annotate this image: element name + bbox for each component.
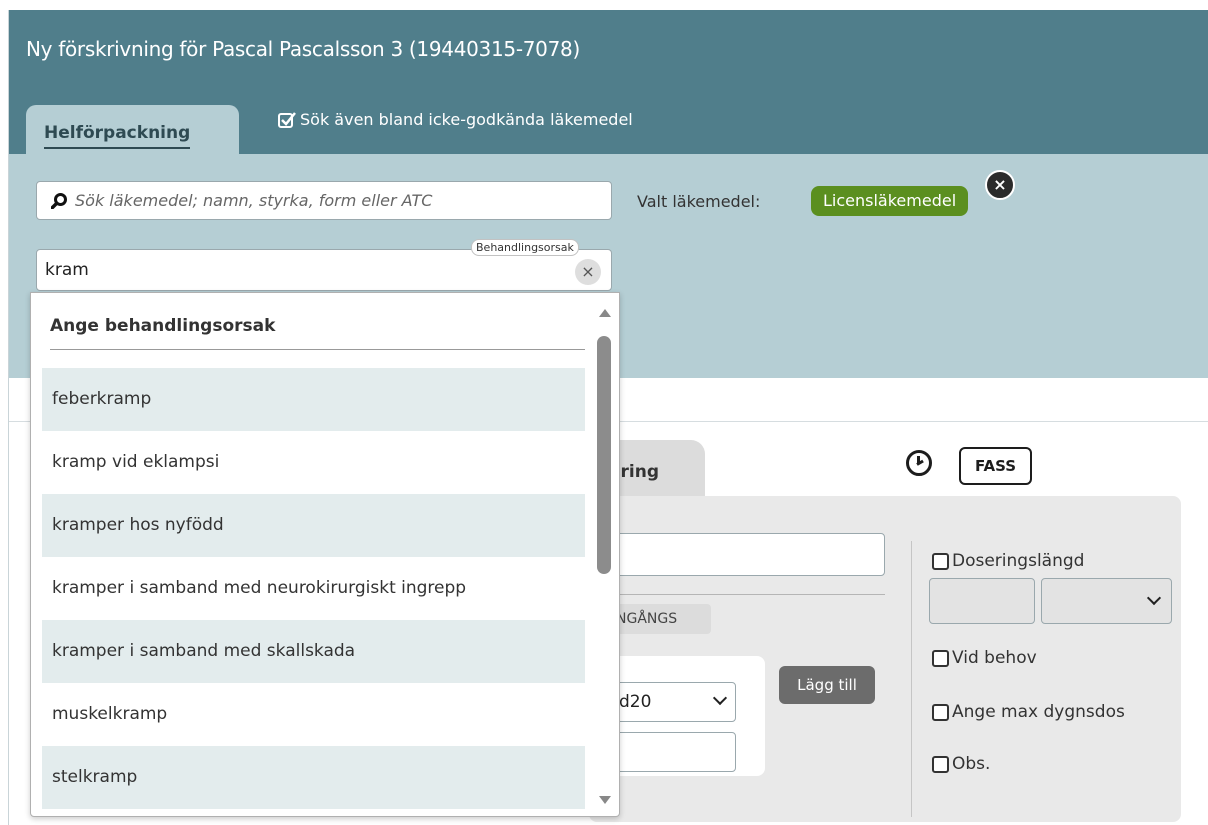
- list-item[interactable]: kramp vid eklampsi: [42, 431, 585, 494]
- dropdown-header-rule: [50, 349, 585, 350]
- tab-bar: Helförpackning Sök även bland icke-godkä…: [9, 93, 1208, 154]
- list-item[interactable]: stelkramp: [42, 746, 585, 809]
- search-icon: [51, 192, 67, 209]
- scroll-down-icon[interactable]: [599, 796, 611, 804]
- checkbox-box: [932, 755, 949, 773]
- remove-selected-close-icon[interactable]: ×: [985, 170, 1015, 200]
- modal-title: Ny förskrivning för Pascal Pascalsson 3 …: [26, 37, 580, 61]
- non-approved-checkbox-label: Sök även bland icke-godkända läkemedel: [300, 110, 633, 129]
- add-dose-button[interactable]: Lägg till: [779, 666, 875, 704]
- medicine-search-input[interactable]: Sök läkemedel; namn, styrka, form eller …: [36, 181, 612, 220]
- list-item[interactable]: muskelkramp: [42, 683, 585, 746]
- checkbox-box: [932, 703, 949, 721]
- reason-dropdown: Ange behandlingsorsak feberkramp kramp v…: [30, 292, 620, 817]
- checkbox-box: [932, 552, 949, 570]
- checkbox-obs[interactable]: Obs.: [932, 754, 990, 774]
- checkbox-max-dygnsdos[interactable]: Ange max dygnsdos: [932, 702, 1125, 722]
- scroll-up-icon[interactable]: [599, 309, 611, 317]
- reason-clear-icon[interactable]: ×: [575, 259, 601, 285]
- fass-button[interactable]: FASS: [959, 447, 1032, 485]
- dose-unit-select-value: d20: [619, 692, 652, 712]
- checkbox-vid-behov[interactable]: Vid behov: [932, 648, 1037, 668]
- list-item[interactable]: kramper hos nyfödd: [42, 494, 585, 557]
- dosing-length-select[interactable]: [1041, 578, 1172, 624]
- checkbox-box: [932, 649, 949, 667]
- reason-floating-label: Behandlingsorsak: [471, 239, 579, 256]
- top-strip: [0, 0, 1208, 10]
- checkbox-obs-label: Obs.: [952, 754, 991, 774]
- dose-unit-select[interactable]: d20: [616, 682, 736, 722]
- checkbox-doseringslangd[interactable]: Doseringslängd: [932, 551, 1084, 571]
- scroll-thumb[interactable]: [597, 336, 611, 574]
- checkbox-max-dygnsdos-label: Ange max dygnsdos: [952, 702, 1125, 722]
- dropdown-header: Ange behandlingsorsak: [50, 316, 276, 336]
- chevron-down-icon: [712, 690, 728, 706]
- panel-divider: [911, 541, 912, 817]
- checkbox-vid-behov-label: Vid behov: [952, 648, 1037, 668]
- list-item[interactable]: kramper i samband med neurokirurgiskt in…: [42, 557, 585, 620]
- list-item[interactable]: kramper i samband med skallskada: [42, 620, 585, 683]
- list-item[interactable]: feberkramp: [42, 368, 585, 431]
- dosing-length-input[interactable]: [929, 578, 1035, 624]
- tab-helforpackning-label: Helförpackning: [44, 123, 191, 149]
- non-approved-checkbox[interactable]: Sök även bland icke-godkända läkemedel: [278, 110, 633, 129]
- chevron-down-icon: [1146, 590, 1162, 606]
- dose-text-input[interactable]: [589, 533, 885, 576]
- checkbox-doseringslangd-label: Doseringslängd: [952, 551, 1085, 571]
- checkbox-checked-icon: [278, 111, 296, 128]
- selected-medicine-badge: Licensläkemedel: [811, 186, 969, 216]
- dropdown-scrollbar[interactable]: [593, 303, 617, 808]
- modal-header: Ny förskrivning för Pascal Pascalsson 3 …: [9, 10, 1208, 93]
- dosering-panel: NGÅNGS d20 Lägg till Doseringslängd Vid …: [589, 496, 1181, 822]
- tab-helforpackning[interactable]: Helförpackning: [26, 105, 239, 154]
- selected-medicine-label: Valt läkemedel:: [637, 192, 761, 211]
- dose-separator: [589, 594, 885, 595]
- dropdown-list: feberkramp kramp vid eklampsi kramper ho…: [42, 368, 585, 809]
- history-clock-icon[interactable]: [906, 450, 932, 476]
- dose-amount-input[interactable]: [616, 732, 736, 772]
- search-placeholder: Sök läkemedel; namn, styrka, form eller …: [75, 191, 433, 210]
